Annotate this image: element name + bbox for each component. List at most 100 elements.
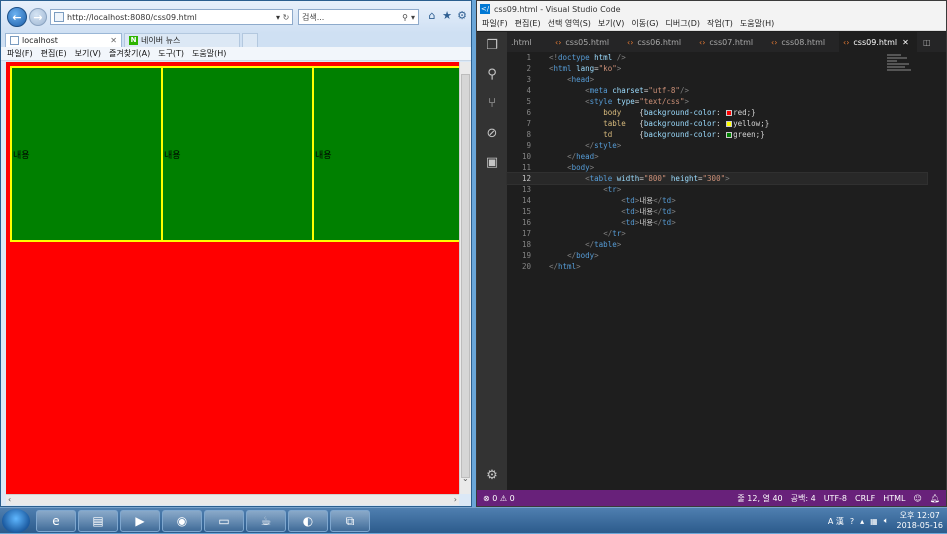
code-line[interactable]: <html lang="ko">	[549, 63, 621, 74]
chevron-down-icon[interactable]: ⌄	[462, 474, 469, 483]
code-line[interactable]: </tr>	[549, 228, 626, 239]
vertical-scrollbar[interactable]: ⌄	[459, 62, 471, 494]
code-line[interactable]: <style type="text/css">	[549, 96, 689, 107]
search-dropdown-icon[interactable]: ▾	[411, 13, 415, 22]
search-box[interactable]: 검색... ⚲ ▾	[298, 9, 419, 25]
menu-help[interactable]: 도움말(H)	[192, 48, 226, 59]
search-icon[interactable]: ⚲	[402, 13, 408, 22]
file-explorer-taskbar-icon[interactable]: ▤	[78, 510, 118, 532]
language-mode[interactable]: HTML	[883, 494, 905, 503]
code-line[interactable]: <head>	[549, 74, 594, 85]
menu-debug[interactable]: 디버그(D)	[666, 18, 700, 29]
code-line[interactable]: </table>	[549, 239, 621, 250]
code-line[interactable]: td {background-color: green;}	[549, 129, 765, 140]
color-swatch[interactable]	[726, 132, 733, 138]
menu-view[interactable]: 보기(V)	[75, 48, 101, 59]
tab-css08[interactable]: ‹› css08.html	[767, 32, 837, 52]
code-line[interactable]: </html>	[549, 261, 581, 272]
new-tab-button[interactable]	[242, 33, 258, 47]
search-icon[interactable]: ⚲	[484, 67, 500, 83]
tab-html[interactable]: .html	[507, 32, 545, 52]
code-line[interactable]: </head>	[549, 151, 599, 162]
start-button[interactable]	[2, 509, 30, 533]
minimap[interactable]	[887, 54, 915, 76]
menu-edit[interactable]: 편집(E)	[41, 48, 67, 59]
color-swatch[interactable]	[726, 121, 733, 127]
chrome-taskbar-icon[interactable]: ◉	[162, 510, 202, 532]
tab-naver-news[interactable]: N 네이버 뉴스	[124, 33, 240, 47]
ie-taskbar-icon[interactable]: e	[36, 510, 76, 532]
search-placeholder[interactable]: 검색...	[302, 12, 402, 23]
ime-indicator[interactable]: A 漢	[828, 516, 844, 527]
code-line[interactable]: </body>	[549, 250, 599, 261]
menu-file[interactable]: 파일(F)	[482, 18, 508, 29]
cmd-taskbar-icon[interactable]: ▭	[204, 510, 244, 532]
reload-icon[interactable]: ↻	[280, 13, 292, 22]
code-line[interactable]: <td>내용</td>	[549, 206, 675, 217]
tab-css07[interactable]: ‹› css07.html	[695, 32, 765, 52]
line-ending[interactable]: CRLF	[855, 494, 875, 503]
code-line[interactable]: <!doctype html />	[549, 52, 626, 63]
color-swatch[interactable]	[726, 110, 733, 116]
help-icon[interactable]: ?	[850, 517, 854, 526]
code-line[interactable]: body {background-color: red;}	[549, 107, 756, 118]
menu-go[interactable]: 이동(G)	[631, 18, 658, 29]
indentation[interactable]: 공백: 4	[791, 493, 816, 504]
menu-favorites[interactable]: 즐겨찾기(A)	[109, 48, 150, 59]
code-line[interactable]: </style>	[549, 140, 621, 151]
warnings-count[interactable]: 0	[510, 494, 515, 503]
home-icon[interactable]: ⌂	[426, 10, 438, 22]
debug-icon[interactable]: ⊘	[484, 126, 500, 142]
tab-css09[interactable]: ‹› css09.html ✕	[839, 32, 917, 52]
error-icon[interactable]: ⊗	[483, 494, 490, 503]
code-line[interactable]: <meta charset="utf-8"/>	[549, 85, 689, 96]
volume-icon[interactable]: 🔈︎	[884, 516, 889, 526]
tray-expand-icon[interactable]: ▴	[860, 517, 864, 526]
chevron-left-icon[interactable]: ‹	[8, 495, 11, 504]
back-button[interactable]: ←	[7, 7, 27, 27]
close-icon[interactable]: ✕	[902, 38, 909, 47]
notifications-bell-icon[interactable]: 🔔︎	[930, 494, 940, 503]
settings-gear-icon[interactable]: ⚙	[456, 10, 468, 22]
vscode-taskbar-icon[interactable]: ⧉	[330, 510, 370, 532]
problems-count[interactable]: 0	[492, 494, 497, 503]
network-icon[interactable]: ▦	[870, 517, 878, 526]
menu-view[interactable]: 보기(V)	[598, 18, 624, 29]
forward-button[interactable]: →	[29, 8, 47, 26]
warning-icon[interactable]: ⚠	[500, 494, 507, 503]
code-editor[interactable]: 1 <!doctype html /> 2 <html lang="ko"> 3 <…	[506, 52, 946, 490]
chevron-right-icon[interactable]: ›	[454, 495, 457, 504]
menu-tasks[interactable]: 작업(T)	[707, 18, 733, 29]
java-taskbar-icon[interactable]: ☕︎	[246, 510, 286, 532]
address-url[interactable]: http://localhost:8080/css09.html	[67, 13, 276, 22]
menu-selection[interactable]: 선택 영역(S)	[548, 18, 591, 29]
code-line-current[interactable]: <table width="800" height="300">	[549, 173, 730, 184]
code-line[interactable]: <td>내용</td>	[549, 217, 675, 228]
close-tab-icon[interactable]: ✕	[110, 36, 117, 45]
scrollbar-thumb[interactable]	[461, 74, 470, 478]
menu-file[interactable]: 파일(F)	[7, 48, 33, 59]
code-line[interactable]: <td>내용</td>	[549, 195, 675, 206]
settings-gear-icon[interactable]: ⚙	[484, 468, 500, 484]
tab-css05[interactable]: ‹› css05.html	[551, 32, 621, 52]
explorer-files-icon[interactable]: ❐	[484, 38, 500, 54]
feedback-smiley-icon[interactable]: ☺	[914, 494, 922, 503]
cursor-position[interactable]: 줄 12, 열 40	[737, 493, 782, 504]
favorites-star-icon[interactable]: ★	[441, 10, 453, 22]
menu-edit[interactable]: 편집(E)	[515, 18, 541, 29]
source-control-icon[interactable]: ⑂	[484, 96, 500, 112]
horizontal-scrollbar[interactable]: ‹ ›	[6, 494, 459, 505]
eclipse-taskbar-icon[interactable]: ◐	[288, 510, 328, 532]
encoding[interactable]: UTF-8	[824, 494, 847, 503]
tab-localhost[interactable]: localhost ✕	[5, 33, 122, 47]
extensions-icon[interactable]: ▣	[484, 155, 500, 171]
media-player-taskbar-icon[interactable]: ▶	[120, 510, 160, 532]
clock[interactable]: 오후 12:07 2018-05-16	[897, 511, 944, 531]
tab-css06[interactable]: ‹› css06.html	[623, 32, 693, 52]
split-editor-icon[interactable]: ◫	[923, 32, 943, 52]
code-line[interactable]: <body>	[549, 162, 594, 173]
menu-tools[interactable]: 도구(T)	[158, 48, 184, 59]
code-line[interactable]: table {background-color: yellow;}	[549, 118, 769, 129]
address-bar[interactable]: http://localhost:8080/css09.html ▾ ↻	[50, 9, 293, 25]
code-line[interactable]: <tr>	[549, 184, 621, 195]
